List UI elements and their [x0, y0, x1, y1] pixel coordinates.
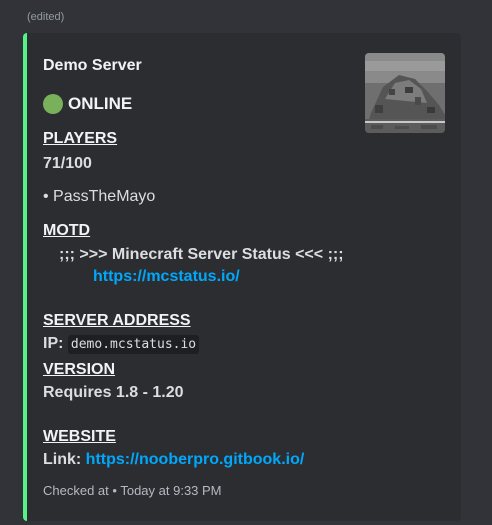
motd-heading: MOTD — [43, 222, 91, 239]
motd-link[interactable]: https://mcstatus.io/ — [93, 268, 240, 286]
footer-separator: • — [112, 483, 117, 498]
status-text: ONLINE — [68, 94, 133, 113]
version-heading: VERSION — [43, 361, 116, 378]
green-circle-icon — [43, 94, 63, 114]
website-heading: WEBSITE — [43, 428, 116, 445]
players-heading: PLAYERS — [43, 130, 118, 147]
ip-value-code: demo.mcstatus.io — [67, 335, 200, 354]
footer-timestamp: Today at 9:33 PM — [120, 483, 222, 498]
motd-text: ;;; >>> Minecraft Server Status <<< ;;; — [59, 246, 344, 263]
players-count: 71/100 — [43, 155, 92, 172]
server-status: ONLINE — [43, 94, 132, 114]
embed-title: Demo Server — [43, 57, 142, 74]
website-row: Link: https://nooberpro.gitbook.io/ — [43, 451, 304, 469]
embed-footer: Checked at • Today at 9:33 PM — [43, 483, 222, 498]
ip-label: IP: — [43, 335, 64, 352]
player-list-item: • PassTheMayo — [43, 188, 156, 205]
server-status-embed: Demo Server ONLINE PLAYERS 71/100 • Pass… — [23, 33, 461, 521]
motd-link-text[interactable]: https://mcstatus.io/ — [93, 268, 240, 285]
website-link[interactable]: https://nooberpro.gitbook.io/ — [86, 451, 305, 468]
version-value: Requires 1.8 - 1.20 — [43, 384, 184, 401]
website-link-label: Link: — [43, 451, 82, 468]
footer-label: Checked at — [43, 483, 109, 498]
server-thumbnail[interactable] — [365, 53, 445, 133]
server-thumbnail-image — [365, 53, 445, 133]
edited-label: (edited) — [27, 11, 65, 23]
server-address-heading: SERVER ADDRESS — [43, 312, 191, 329]
server-address-row: IP: demo.mcstatus.io — [43, 335, 200, 354]
